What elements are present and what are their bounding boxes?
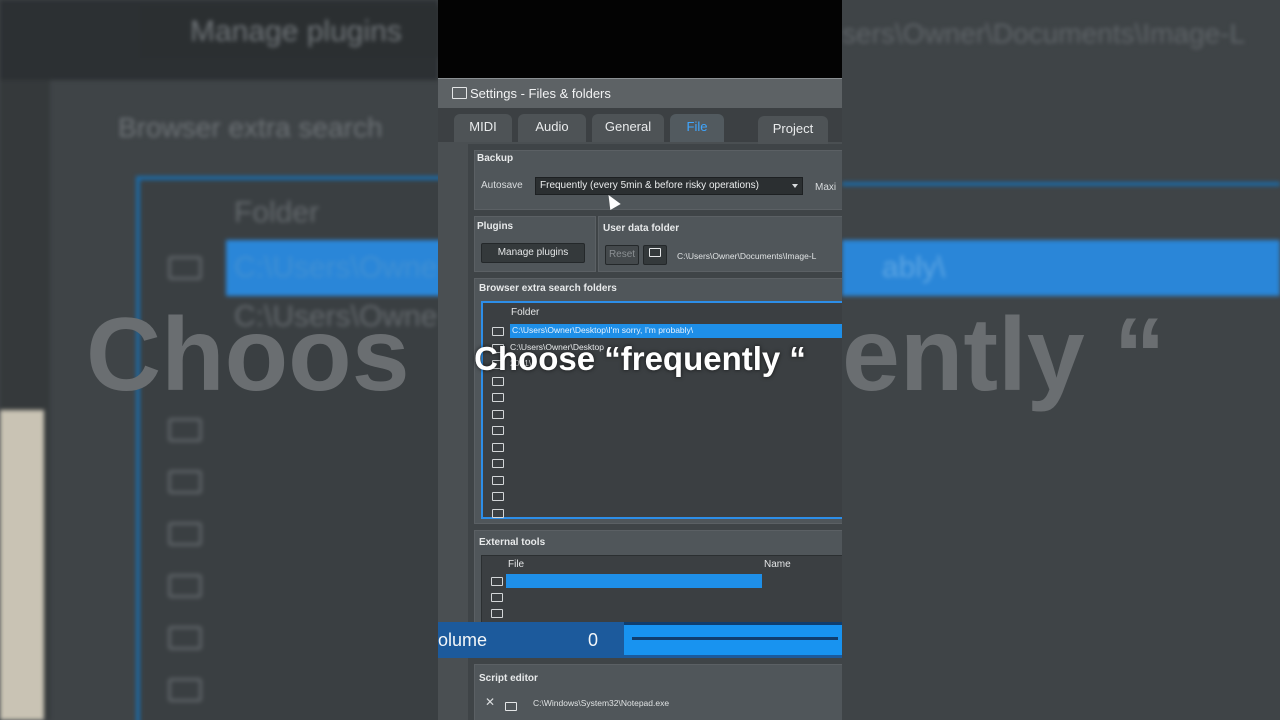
bg-blue-line [842, 182, 1280, 186]
max-label: Maxi [815, 182, 837, 193]
folder-icon [492, 327, 504, 336]
bg-folder-icon [168, 574, 202, 598]
bg-manage-plugins: Manage plugins [140, 6, 438, 58]
list-item[interactable] [483, 488, 842, 504]
user-data-path: C:\Users\Owner\Documents\Image-L [677, 251, 817, 261]
black-top-area [438, 0, 842, 80]
script-editor-path: C:\Windows\System32\Notepad.exe [533, 698, 670, 708]
bg-folder-icon [168, 418, 202, 442]
bg-folder-icon [168, 470, 202, 494]
volume-label: olume [438, 630, 488, 650]
manage-plugins-button[interactable]: Manage plugins [481, 243, 585, 263]
list-item[interactable] [483, 439, 842, 455]
settings-window: Settings - Files & folders MIDI Audio Ge… [438, 78, 842, 720]
blurred-background-left: Manage plugins Browser extra search Fold… [0, 0, 438, 720]
folder-path: C:\Users\Owner\Desktop\I'm sorry, I'm pr… [510, 324, 842, 338]
tab-bar: MIDI Audio General File Project [438, 108, 842, 144]
tab-midi[interactable]: MIDI [454, 114, 512, 142]
name-column-header: Name [764, 559, 791, 570]
window-title: Settings - Files & folders [470, 86, 611, 101]
script-browse-button[interactable] [505, 698, 517, 716]
bg-path-text: sers\Owner\Documents\Image-L [842, 18, 1246, 49]
folder-icon [492, 442, 504, 452]
chevron-down-icon [792, 184, 798, 188]
volume-slider[interactable] [624, 622, 842, 655]
folder-icon [492, 409, 504, 419]
browser-folders-section: Browser extra search folders Folder C:\U… [474, 278, 842, 524]
folder-icon [491, 593, 503, 602]
folder-listbox[interactable]: Folder C:\Users\Owner\Desktop\I'm sorry,… [481, 301, 842, 519]
folder-icon [505, 702, 517, 711]
list-item[interactable] [483, 505, 842, 521]
external-tools-table[interactable]: File Name [481, 555, 842, 625]
backup-section: Backup Autosave Frequently (every 5min &… [474, 150, 842, 210]
reset-button[interactable]: Reset [605, 245, 639, 265]
window-titlebar: Settings - Files & folders [438, 78, 842, 109]
list-item[interactable] [483, 389, 842, 405]
list-item[interactable]: C:\Users\Owner\Desktop\I'm sorry, I'm pr… [483, 323, 842, 339]
bg-folder-icon [168, 678, 202, 702]
external-tools-section: External tools File Name [474, 530, 842, 626]
autosave-value: Frequently (every 5min & before risky op… [540, 180, 759, 191]
folder-column-header: Folder [511, 307, 540, 318]
folder-icon [491, 609, 503, 618]
bg-row1-text: C:\Users\Owne [234, 251, 438, 284]
bg-folder-header: Folder [234, 196, 320, 229]
external-tools-header: External tools [479, 537, 546, 548]
bg-folder-icon [168, 626, 202, 650]
folder-icon [492, 426, 504, 435]
browser-folders-header: Browser extra search folders [479, 283, 617, 294]
table-row[interactable] [482, 589, 842, 605]
file-column-header: File [508, 559, 525, 570]
script-editor-section: Script editor ✕ C:\Windows\System32\Note… [474, 664, 842, 720]
folder-icon [492, 393, 504, 402]
list-item[interactable] [483, 472, 842, 488]
volume-value: 0 [588, 630, 599, 650]
folder-icon [492, 508, 504, 518]
list-item[interactable] [483, 422, 842, 438]
autosave-label: Autosave [481, 180, 523, 191]
list-item[interactable] [483, 455, 842, 471]
bg-browser-extra: Browser extra search [118, 112, 383, 143]
plugins-section: Plugins Manage plugins [474, 216, 596, 272]
bg-big-caption-right: ently “ [842, 297, 1166, 413]
plugins-header: Plugins [477, 221, 514, 232]
bg-folder-icon [168, 522, 202, 546]
selected-file-bar[interactable] [506, 574, 762, 588]
user-data-section: User data folder Reset C:\Users\Owner\Do… [598, 216, 842, 272]
volume-overlay: olume 0 [438, 622, 842, 658]
video-caption: Choose “frequently “ [474, 340, 806, 377]
bg-folder-icon [168, 256, 202, 280]
bg-left-panel [0, 410, 44, 720]
bg-row-right-text: ably\ [882, 251, 946, 284]
backup-header: Backup [477, 153, 514, 164]
folder-icon [649, 248, 661, 257]
volume-slider-line [632, 637, 838, 640]
bg-selected-row-right: ably\ [842, 240, 1280, 296]
table-row[interactable] [482, 605, 842, 621]
folder-icon [492, 475, 504, 485]
folder-icon [492, 459, 504, 468]
folder-icon [491, 577, 503, 586]
tab-audio[interactable]: Audio [518, 114, 586, 142]
script-editor-header: Script editor [479, 673, 538, 684]
blurred-background-right: sers\Owner\Documents\Image-L ably\ ently… [842, 0, 1280, 720]
close-icon[interactable]: ✕ [485, 695, 495, 709]
tab-file[interactable]: File [670, 114, 724, 142]
folder-icon [492, 492, 504, 501]
autosave-dropdown[interactable]: Frequently (every 5min & before risky op… [535, 177, 803, 195]
bg-big-caption-left: Choos [86, 297, 410, 413]
browse-folder-button[interactable] [643, 245, 667, 265]
tab-project[interactable]: Project [758, 116, 828, 144]
user-data-header: User data folder [603, 223, 680, 234]
folder-icon [452, 87, 467, 99]
list-item[interactable] [483, 406, 842, 422]
bg-selected-row: C:\Users\Owne [226, 240, 438, 296]
tab-general[interactable]: General [592, 114, 664, 142]
